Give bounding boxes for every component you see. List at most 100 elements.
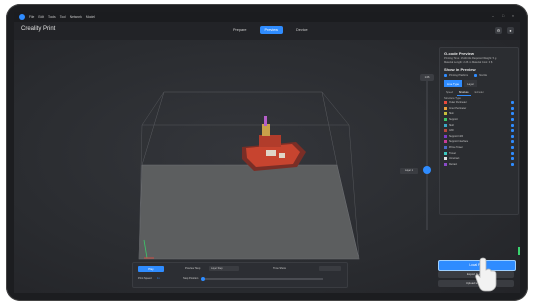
legend-swatch bbox=[444, 123, 447, 127]
nozzle-label: Nozzle bbox=[479, 74, 488, 77]
print-info-line: Printing Time: 1h13m3s Required Weight: … bbox=[444, 57, 497, 60]
tab-speed[interactable]: Speed bbox=[444, 90, 455, 96]
preview-step-select[interactable]: Layer Step bbox=[209, 266, 239, 271]
benchy-model bbox=[242, 116, 306, 171]
gcode-preview-panel: G-code Preview Printing Time: 1h13m3s Re… bbox=[439, 47, 519, 215]
menu-bar: File Edit Tools Tool Network Model – □ × bbox=[14, 12, 520, 22]
legend-toggle[interactable] bbox=[511, 145, 514, 149]
frame-edge bbox=[321, 91, 338, 166]
platform-label: Printing Platform bbox=[449, 74, 469, 77]
menu-file[interactable]: File bbox=[29, 15, 34, 19]
legend-swatch bbox=[444, 151, 447, 155]
legend-toggle[interactable] bbox=[511, 112, 514, 116]
tab-line-type[interactable]: Line Type bbox=[444, 80, 463, 87]
legend-swatch bbox=[444, 112, 447, 116]
legend-swatch bbox=[444, 101, 447, 105]
legend-swatch bbox=[444, 134, 447, 138]
layer-max-label: 1.06 bbox=[420, 74, 434, 81]
nozzle-checkbox[interactable] bbox=[474, 74, 478, 77]
legend-swatch bbox=[444, 162, 447, 166]
tab-layer[interactable]: Layer bbox=[464, 80, 478, 87]
sub-tabs: Speed Structure Extruder bbox=[444, 90, 518, 96]
time-show-select[interactable] bbox=[319, 266, 341, 271]
app-window: File Edit Tools Tool Network Model – □ ×… bbox=[14, 12, 520, 293]
slider-bottom-marker bbox=[518, 247, 520, 255]
legend-label: Skirt bbox=[449, 123, 454, 127]
platform-checkbox[interactable] bbox=[444, 74, 447, 77]
legend-toggle[interactable] bbox=[511, 157, 514, 161]
scheme-tabs: Line Type Layer bbox=[444, 80, 518, 87]
legend-toggle[interactable] bbox=[511, 151, 514, 155]
window-controls: – □ × bbox=[492, 14, 516, 18]
tab-structure[interactable]: Structure bbox=[456, 90, 471, 96]
menu-tools[interactable]: Tools bbox=[48, 15, 56, 19]
legend-item: Retract bbox=[444, 162, 518, 168]
build-plate bbox=[139, 165, 359, 259]
playback-panel: Play Preview Step Layer Step Time Show P… bbox=[132, 262, 348, 288]
frame-edge bbox=[321, 91, 350, 126]
panel-title: G-code Preview bbox=[444, 51, 475, 56]
legend-swatch bbox=[444, 106, 447, 110]
settings-icon[interactable]: ⚙ bbox=[495, 27, 502, 34]
legend-label: Infill bbox=[449, 129, 454, 133]
mode-tabs: Prepare Preview Device bbox=[228, 26, 313, 34]
legend-label: Inner Perimeter bbox=[449, 106, 467, 110]
legend-label: Skin bbox=[449, 112, 454, 116]
legend-label: Unretract bbox=[449, 157, 460, 161]
layer-slider-handle[interactable] bbox=[423, 166, 431, 174]
legend-toggle[interactable] bbox=[511, 134, 514, 138]
legend-label: Travel bbox=[449, 151, 456, 155]
step-position-label: Step Position bbox=[183, 277, 199, 280]
structure-legend: Outer Perimeter Inner Perimeter Skin Suppor… bbox=[440, 100, 518, 167]
legend-swatch bbox=[444, 146, 447, 150]
legend-toggle[interactable] bbox=[511, 117, 514, 121]
legend-label: Retract bbox=[449, 162, 458, 166]
step-position-track[interactable] bbox=[203, 278, 323, 280]
preview-step-label: Preview Step bbox=[185, 267, 201, 270]
maximize-icon[interactable]: □ bbox=[502, 14, 506, 18]
frame-edge bbox=[141, 91, 165, 166]
tab-prepare[interactable]: Prepare bbox=[228, 26, 252, 34]
minimize-icon[interactable]: – bbox=[492, 14, 496, 18]
legend-toggle[interactable] bbox=[511, 106, 514, 110]
legend-swatch bbox=[444, 157, 447, 161]
show-options: Printing Platform Nozzle bbox=[444, 74, 518, 77]
app-logo-icon bbox=[19, 14, 25, 20]
legend-toggle[interactable] bbox=[511, 140, 514, 144]
legend-toggle[interactable] bbox=[511, 101, 514, 105]
legend-swatch bbox=[444, 129, 447, 133]
menu-edit[interactable]: Edit bbox=[38, 15, 44, 19]
legend-toggle[interactable] bbox=[511, 129, 514, 133]
print-speed-label: Print Speed bbox=[138, 277, 152, 280]
legend-toggle[interactable] bbox=[511, 162, 514, 166]
user-icon[interactable]: ● bbox=[507, 27, 514, 34]
toolbar-icons: ⚙ ● bbox=[495, 27, 514, 34]
tab-extruder[interactable]: Extruder bbox=[473, 90, 486, 96]
tab-preview[interactable]: Preview bbox=[259, 26, 284, 34]
current-layer-label: Layer 1 bbox=[400, 168, 418, 174]
print-speed-value[interactable]: 1x bbox=[157, 277, 160, 280]
legend-swatch bbox=[444, 118, 447, 122]
legend-label: Outer Perimeter bbox=[449, 101, 467, 105]
legend-label: Support bbox=[449, 118, 458, 122]
show-in-preview-title: Show in Preview bbox=[444, 67, 476, 72]
menu-model[interactable]: Model bbox=[86, 15, 95, 19]
legend-toggle[interactable] bbox=[511, 123, 514, 127]
legend-swatch bbox=[444, 140, 447, 144]
legend-label: Support Interface bbox=[449, 140, 469, 144]
app-title: Creality Print bbox=[21, 26, 56, 32]
step-position-handle[interactable] bbox=[201, 276, 205, 281]
tab-device[interactable]: Device bbox=[291, 26, 313, 34]
menu-network[interactable]: Network bbox=[70, 15, 82, 19]
legend-label: Prime Tower bbox=[449, 146, 463, 150]
pointing-hand-icon bbox=[475, 257, 497, 292]
play-button[interactable]: Play bbox=[138, 266, 164, 272]
time-show-label: Time Show bbox=[273, 267, 286, 270]
menu-tool[interactable]: Tool bbox=[60, 15, 66, 19]
layer-slider-track[interactable] bbox=[426, 80, 428, 230]
frame-edge bbox=[141, 91, 165, 126]
toolbar: Creality Print Prepare Preview Device ⚙ … bbox=[14, 22, 520, 41]
close-icon[interactable]: × bbox=[512, 14, 516, 18]
legend-label: Support Infill bbox=[449, 134, 463, 138]
material-info-line: Material Length: 2.26 m Material Cost: 0… bbox=[444, 61, 493, 64]
